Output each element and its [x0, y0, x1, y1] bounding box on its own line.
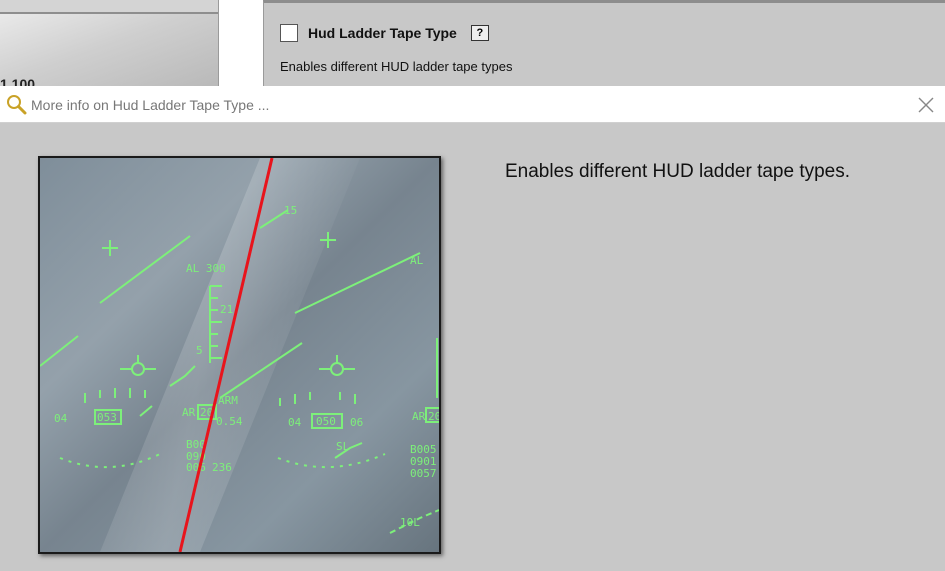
- help-button[interactable]: ?: [470, 25, 489, 41]
- hud-ladder-tape-type-checkbox[interactable]: [280, 24, 298, 42]
- hud-label: 21: [220, 303, 233, 316]
- previous-option-card: 1 100: [0, 0, 219, 86]
- hud-label: AR: [412, 410, 426, 423]
- hud-label: 5: [196, 344, 203, 357]
- hud-label: 15: [284, 204, 297, 217]
- hud-label: SL: [336, 440, 350, 453]
- hud-label: 20: [428, 410, 439, 423]
- hud-label: 053: [97, 411, 117, 424]
- popup-title: More info on Hud Ladder Tape Type ...: [31, 97, 270, 113]
- hud-label: 04: [288, 416, 302, 429]
- hud-label: AL: [410, 254, 424, 267]
- hud-label: ARM: [218, 394, 238, 407]
- option-title: Hud Ladder Tape Type: [308, 25, 457, 41]
- page: 1 100 Hud Ladder Tape Type ? Enables dif…: [0, 0, 945, 571]
- hud-label: 06: [350, 416, 363, 429]
- hud-label: AR: [182, 406, 196, 419]
- hud-label: 04: [54, 412, 68, 425]
- hud-label: 006: [186, 461, 206, 474]
- hud-label: 0057: [410, 467, 437, 480]
- option-description: Enables different HUD ladder tape types: [280, 59, 513, 74]
- settings-list-background: 1 100 Hud Ladder Tape Type ? Enables dif…: [0, 0, 945, 86]
- close-icon[interactable]: [915, 94, 937, 116]
- hud-label: 050: [316, 415, 336, 428]
- option-partial-label: 1 100: [0, 76, 36, 86]
- info-popup-header: More info on Hud Ladder Tape Type ...: [0, 86, 945, 123]
- hud-label: 236: [212, 461, 232, 474]
- hud-label: 10L: [400, 516, 420, 529]
- hud-preview-image: AL 300 AL 21 04 053 04 050 06 AR 20 ARM …: [38, 156, 441, 554]
- hud-label: AL 300: [186, 262, 226, 275]
- hud-label: 0.54: [216, 415, 243, 428]
- option-panel-hud-ladder-tape-type: Hud Ladder Tape Type ? Enables different…: [263, 0, 945, 86]
- popup-description: Enables different HUD ladder tape types.: [505, 161, 851, 182]
- magnifier-icon: [7, 95, 27, 115]
- hud-comparison-svg: AL 300 AL 21 04 053 04 050 06 AR 20 ARM …: [40, 158, 439, 552]
